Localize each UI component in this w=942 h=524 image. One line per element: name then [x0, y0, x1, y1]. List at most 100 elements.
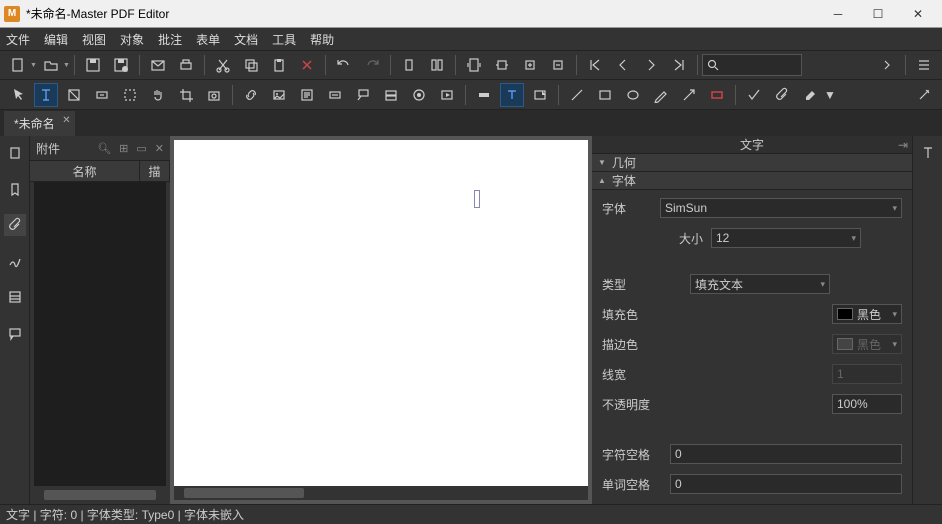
menu-bar: 文件 编辑 视图 对象 批注 表单 文档 工具 帮助 — [0, 28, 942, 50]
pin-icon[interactable]: ⇥ — [898, 138, 908, 152]
cut-button[interactable] — [211, 53, 235, 77]
new-button[interactable] — [6, 53, 30, 77]
thumbnails-tab[interactable] — [4, 142, 26, 164]
menu-object[interactable]: 对象 — [120, 31, 144, 48]
next-page-button[interactable] — [639, 53, 663, 77]
link-tool[interactable] — [239, 83, 263, 107]
pointer-tool[interactable] — [6, 83, 30, 107]
redact-tool[interactable] — [705, 83, 729, 107]
undo-button[interactable] — [332, 53, 356, 77]
zoom-in-button[interactable] — [518, 53, 542, 77]
search-input[interactable] — [702, 54, 802, 76]
panel-h-scrollbar[interactable] — [34, 488, 166, 502]
document-tab[interactable]: *未命名 ✕ — [4, 111, 75, 136]
highlight-tool[interactable] — [472, 83, 496, 107]
select-area-tool[interactable] — [118, 83, 142, 107]
copy-button[interactable] — [239, 53, 263, 77]
paste-button[interactable] — [267, 53, 291, 77]
menu-edit[interactable]: 编辑 — [44, 31, 68, 48]
panel-search-icon[interactable]: 🔍︎ — [97, 142, 111, 155]
save-button[interactable] — [81, 53, 105, 77]
fit-width-button[interactable] — [490, 53, 514, 77]
arrow-tool[interactable] — [677, 83, 701, 107]
form-field-tool[interactable] — [379, 83, 403, 107]
panel-close-icon[interactable]: ✕ — [155, 142, 164, 155]
menu-help[interactable]: 帮助 — [310, 31, 334, 48]
font-section-header[interactable]: ▲字体 — [592, 172, 912, 190]
eraser-tool[interactable] — [798, 83, 822, 107]
column-name[interactable]: 名称 — [30, 161, 140, 181]
prev-page-button[interactable] — [611, 53, 635, 77]
properties-tab-icon[interactable] — [917, 142, 939, 164]
open-button[interactable] — [39, 53, 63, 77]
left-sidebar — [0, 136, 30, 504]
geometry-section-header[interactable]: ▼几何 — [592, 154, 912, 172]
image-tool[interactable] — [267, 83, 291, 107]
page-canvas[interactable] — [174, 140, 588, 486]
word-space-input[interactable]: 0 — [670, 474, 902, 494]
viewport-h-scrollbar[interactable] — [174, 486, 588, 500]
show-more-button[interactable] — [875, 53, 899, 77]
snapshot-tool[interactable] — [202, 83, 226, 107]
edit-form-tool[interactable] — [90, 83, 114, 107]
line-tool[interactable] — [565, 83, 589, 107]
main-area: 附件 🔍︎ ⊞ ▭ ✕ 名称 描 文字 ⇥ ▼几何 ▲字体 字体 SimSun — [0, 136, 942, 504]
checkmark-tool[interactable] — [742, 83, 766, 107]
bookmarks-tab[interactable] — [4, 178, 26, 200]
ellipse-tool[interactable] — [621, 83, 645, 107]
edit-object-tool[interactable] — [62, 83, 86, 107]
callout-tool[interactable] — [351, 83, 375, 107]
fill-color-dropdown[interactable]: 黑色 — [832, 304, 902, 324]
font-dropdown[interactable]: SimSun — [660, 198, 902, 218]
layers-tab[interactable] — [4, 286, 26, 308]
column-desc[interactable]: 描 — [140, 161, 170, 181]
status-bar: 文字 | 字符: 0 | 字体类型: Type0 | 字体未嵌入 — [0, 504, 942, 524]
insert-text-tool[interactable] — [500, 83, 524, 107]
size-label: 大小 — [643, 230, 703, 247]
menu-view[interactable]: 视图 — [82, 31, 106, 48]
menu-icon-button[interactable] — [912, 53, 936, 77]
signatures-tab[interactable] — [4, 250, 26, 272]
comments-tab[interactable] — [4, 322, 26, 344]
email-button[interactable] — [146, 53, 170, 77]
delete-button[interactable] — [295, 53, 319, 77]
font-size-input[interactable]: 12 — [711, 228, 861, 248]
panel-add-icon[interactable]: ⊞ — [119, 142, 128, 155]
save-as-button[interactable] — [109, 53, 133, 77]
tab-label: *未命名 — [14, 117, 55, 131]
sound-tool[interactable] — [435, 83, 459, 107]
menu-annotate[interactable]: 批注 — [158, 31, 182, 48]
menu-forms[interactable]: 表单 — [196, 31, 220, 48]
maximize-button[interactable]: ☐ — [858, 3, 898, 25]
opacity-input[interactable]: 100% — [832, 394, 902, 414]
page-layout-2-button[interactable] — [425, 53, 449, 77]
sticky-note-tool[interactable] — [295, 83, 319, 107]
page-layout-1-button[interactable] — [397, 53, 421, 77]
panel-expand-icon[interactable]: ▭ — [136, 142, 146, 155]
rectangle-tool[interactable] — [593, 83, 617, 107]
attachment-tool[interactable] — [770, 83, 794, 107]
fill-type-dropdown[interactable]: 填充文本 — [690, 274, 830, 294]
text-box-tool[interactable] — [323, 83, 347, 107]
menu-file[interactable]: 文件 — [6, 31, 30, 48]
tab-close-icon[interactable]: ✕ — [62, 115, 70, 126]
hand-tool[interactable] — [146, 83, 170, 107]
redo-button[interactable] — [360, 53, 384, 77]
zoom-out-button[interactable] — [546, 53, 570, 77]
print-button[interactable] — [174, 53, 198, 77]
char-space-input[interactable]: 0 — [670, 444, 902, 464]
minimize-button[interactable]: ─ — [818, 3, 858, 25]
close-window-button[interactable]: ✕ — [898, 3, 938, 25]
stamp-tool[interactable] — [407, 83, 431, 107]
pencil-tool[interactable] — [649, 83, 673, 107]
crop-tool[interactable] — [174, 83, 198, 107]
fit-page-button[interactable] — [462, 53, 486, 77]
menu-tools[interactable]: 工具 — [272, 31, 296, 48]
attachments-tab[interactable] — [4, 214, 26, 236]
last-page-button[interactable] — [667, 53, 691, 77]
magic-wand-button[interactable] — [912, 83, 936, 107]
text-select-tool[interactable] — [34, 83, 58, 107]
insert-image-tool[interactable] — [528, 83, 552, 107]
menu-document[interactable]: 文档 — [234, 31, 258, 48]
first-page-button[interactable] — [583, 53, 607, 77]
